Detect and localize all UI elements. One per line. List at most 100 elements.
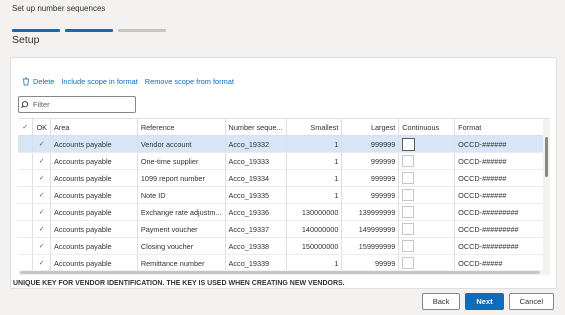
- horizontal-scrollbar[interactable]: [18, 270, 550, 275]
- format-cell: OCCD-######: [454, 152, 550, 170]
- row-select-cell[interactable]: [18, 135, 34, 153]
- number-sequence-cell: Acco_19336: [225, 203, 287, 221]
- area-cell: Accounts payable: [50, 254, 138, 271]
- smallest-cell: 150000000: [286, 237, 343, 255]
- header-area[interactable]: Area: [50, 119, 138, 136]
- continuous-cell: [398, 220, 456, 238]
- reference-cell: Remittance number: [137, 254, 226, 271]
- horizontal-scroll-thumb[interactable]: [20, 271, 540, 274]
- header-format[interactable]: Format: [454, 119, 550, 136]
- continuous-checkbox[interactable]: [402, 172, 415, 184]
- continuous-checkbox[interactable]: [402, 189, 415, 201]
- area-cell: Accounts payable: [50, 237, 138, 255]
- area-cell: Accounts payable: [50, 135, 138, 153]
- ok-check-icon: ✓: [32, 220, 52, 238]
- ok-check-icon: ✓: [32, 203, 52, 221]
- format-cell: OCCD-#####: [454, 254, 550, 271]
- header-ok[interactable]: OK: [32, 119, 52, 136]
- continuous-checkbox[interactable]: [402, 257, 415, 269]
- format-cell: OCCD-#########: [454, 237, 550, 255]
- vertical-scrollbar[interactable]: [543, 119, 550, 271]
- wizard-progress: [12, 29, 166, 32]
- largest-cell: 999999: [341, 135, 400, 153]
- table-row[interactable]: ✓ Accounts payable Remittance number Acco_1…: [18, 254, 550, 271]
- reference-cell: One-time supplier: [137, 152, 226, 170]
- select-all-header[interactable]: ✓: [18, 119, 34, 136]
- continuous-cell: [398, 135, 456, 153]
- largest-cell: 149999999: [341, 220, 400, 238]
- back-button[interactable]: Back: [421, 293, 461, 310]
- continuous-checkbox[interactable]: [402, 240, 415, 252]
- continuous-cell: [398, 254, 456, 271]
- row-select-cell[interactable]: [18, 237, 34, 255]
- table-row[interactable]: ✓ Accounts payable Payment voucher Acco_193…: [18, 220, 550, 238]
- smallest-cell: 130000000: [286, 203, 343, 221]
- table-row[interactable]: ✓ Accounts payable Note ID Acco_19335 1 99999…: [18, 186, 550, 204]
- number-sequence-cell: Acco_19337: [225, 220, 287, 238]
- continuous-cell: [398, 237, 456, 255]
- reference-cell: Note ID: [137, 186, 226, 204]
- ok-check-icon: ✓: [32, 135, 52, 153]
- row-select-cell[interactable]: [18, 254, 34, 271]
- smallest-cell: 1: [286, 152, 343, 170]
- next-button[interactable]: Next: [465, 293, 504, 310]
- include-scope-button[interactable]: Include scope in format: [61, 77, 137, 86]
- header-number-sequence[interactable]: Number seque...: [225, 119, 287, 136]
- step-title: Setup: [12, 34, 40, 46]
- field-help-text: UNIQUE KEY FOR VENDOR IDENTIFICATION. TH…: [13, 280, 345, 287]
- header-smallest[interactable]: Smallest: [286, 119, 343, 136]
- continuous-checkbox[interactable]: [402, 223, 415, 235]
- row-select-cell[interactable]: [18, 220, 34, 238]
- ok-check-icon: ✓: [32, 186, 52, 204]
- row-select-cell[interactable]: [18, 152, 34, 170]
- ok-check-icon: ✓: [32, 237, 52, 255]
- table-row[interactable]: ✓ Accounts payable Closing voucher Acco_193…: [18, 237, 550, 255]
- progress-step-1: [12, 29, 60, 32]
- cancel-button[interactable]: Cancel: [508, 293, 554, 310]
- vertical-scroll-thumb[interactable]: [545, 137, 548, 177]
- table-row[interactable]: ✓ Accounts payable Exchange rate adjustm..…: [18, 203, 550, 221]
- area-cell: Accounts payable: [50, 152, 138, 170]
- continuous-cell: [398, 169, 456, 187]
- search-icon: [21, 100, 29, 108]
- reference-cell: Payment voucher: [137, 220, 226, 238]
- format-cell: OCCD-######: [454, 169, 550, 187]
- continuous-checkbox[interactable]: [402, 206, 415, 218]
- wizard-buttons: Back Next Cancel: [421, 293, 554, 310]
- row-select-cell[interactable]: [18, 186, 34, 204]
- table-row[interactable]: ✓ Accounts payable Vendor account Acco_1933…: [18, 135, 550, 153]
- reference-cell: Closing voucher: [137, 237, 226, 255]
- table-row[interactable]: ✓ Accounts payable One-time supplier Acco_1…: [18, 152, 550, 170]
- largest-cell: 999999: [341, 186, 400, 204]
- largest-cell: 159999999: [341, 237, 400, 255]
- ok-check-icon: ✓: [32, 169, 52, 187]
- ok-check-icon: ✓: [32, 254, 52, 271]
- wizard-title: Set up number sequences: [12, 4, 106, 13]
- number-sequence-cell: Acco_19339: [225, 254, 287, 271]
- action-bar: Delete Include scope in format Remove sc…: [22, 77, 234, 86]
- area-cell: Accounts payable: [50, 220, 138, 238]
- largest-cell: 139999999: [341, 203, 400, 221]
- reference-cell: Vendor account: [137, 135, 226, 153]
- grid-body: ✓ Accounts payable Vendor account Acco_1933…: [18, 135, 550, 271]
- largest-cell: 999999: [341, 152, 400, 170]
- continuous-checkbox[interactable]: [402, 137, 416, 151]
- table-row[interactable]: ✓ Accounts payable 1099 report number Acco_…: [18, 169, 550, 187]
- filter-box[interactable]: [18, 96, 136, 113]
- row-select-cell[interactable]: [18, 203, 34, 221]
- smallest-cell: 1: [286, 169, 343, 187]
- format-cell: OCCD-#########: [454, 220, 550, 238]
- area-cell: Accounts payable: [50, 203, 138, 221]
- header-largest[interactable]: Largest: [341, 119, 400, 136]
- row-select-cell[interactable]: [18, 169, 34, 187]
- continuous-cell: [398, 203, 456, 221]
- remove-scope-button[interactable]: Remove scope from format: [145, 77, 234, 86]
- filter-input[interactable]: [31, 100, 129, 109]
- reference-cell: Exchange rate adjustm...: [137, 203, 226, 221]
- header-reference[interactable]: Reference: [137, 119, 226, 136]
- continuous-checkbox[interactable]: [402, 155, 415, 167]
- progress-step-2: [65, 29, 113, 32]
- delete-button[interactable]: Delete: [22, 77, 54, 86]
- trash-icon: [23, 77, 29, 86]
- header-continuous[interactable]: Continuous: [398, 119, 456, 136]
